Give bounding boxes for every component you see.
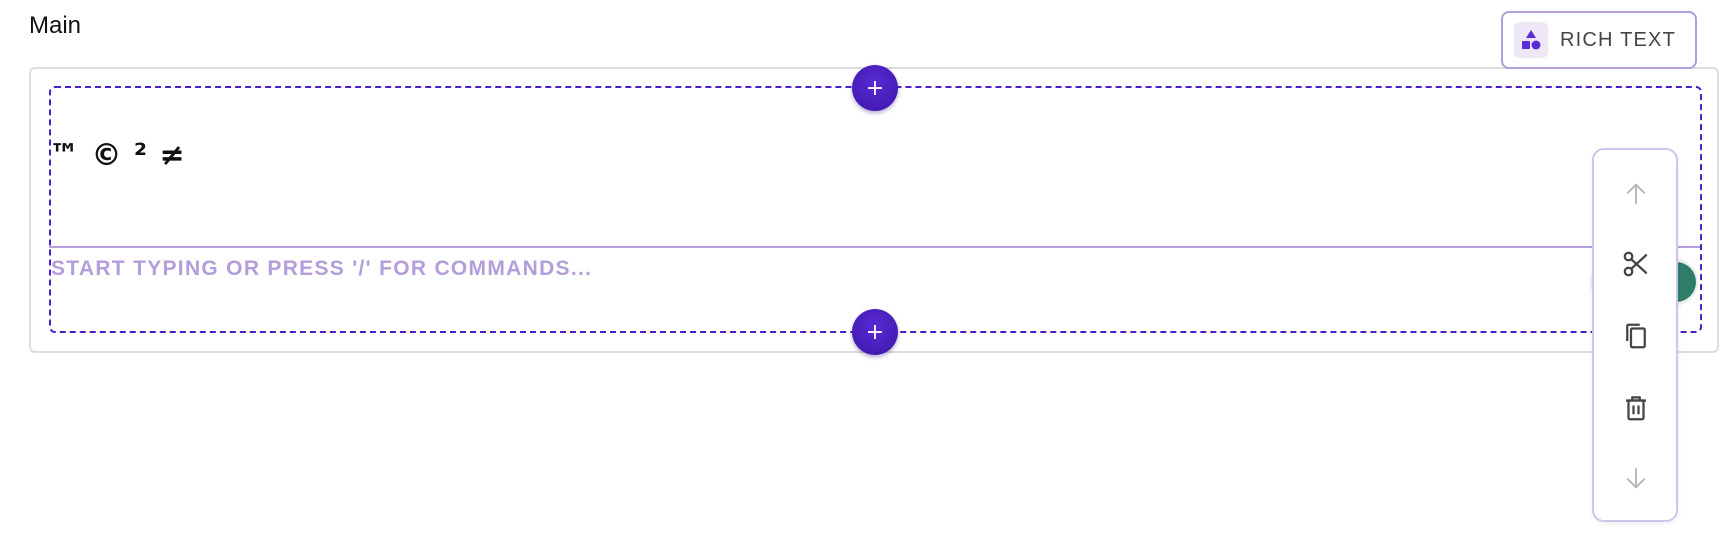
scissors-icon <box>1621 249 1651 284</box>
delete-button[interactable] <box>1612 386 1660 434</box>
copy-button[interactable] <box>1612 314 1660 362</box>
trash-icon <box>1621 393 1651 428</box>
block-actions-toolbar <box>1592 148 1678 522</box>
move-down-button[interactable] <box>1612 456 1660 504</box>
arrow-down-icon <box>1622 464 1650 497</box>
page: Main RICH TEXT ™ © ² ≠ START TYPING OR P… <box>0 0 1720 538</box>
cut-button[interactable] <box>1612 242 1660 290</box>
shapes-icon <box>1514 22 1548 58</box>
rich-text-block[interactable] <box>49 86 1702 333</box>
editor-input-placeholder[interactable]: START TYPING OR PRESS '/' FOR COMMANDS..… <box>51 257 592 281</box>
arrow-up-icon <box>1622 180 1650 213</box>
block-type-label: RICH TEXT <box>1560 28 1676 51</box>
block-divider <box>49 246 1700 248</box>
add-block-below-button[interactable]: + <box>852 309 898 355</box>
add-block-above-button[interactable]: + <box>852 65 898 111</box>
copy-icon <box>1621 321 1651 356</box>
block-type-badge[interactable]: RICH TEXT <box>1501 11 1697 69</box>
section-title: Main <box>29 12 82 39</box>
move-up-button[interactable] <box>1612 172 1660 220</box>
block-content[interactable]: ™ © ² ≠ <box>49 138 186 173</box>
